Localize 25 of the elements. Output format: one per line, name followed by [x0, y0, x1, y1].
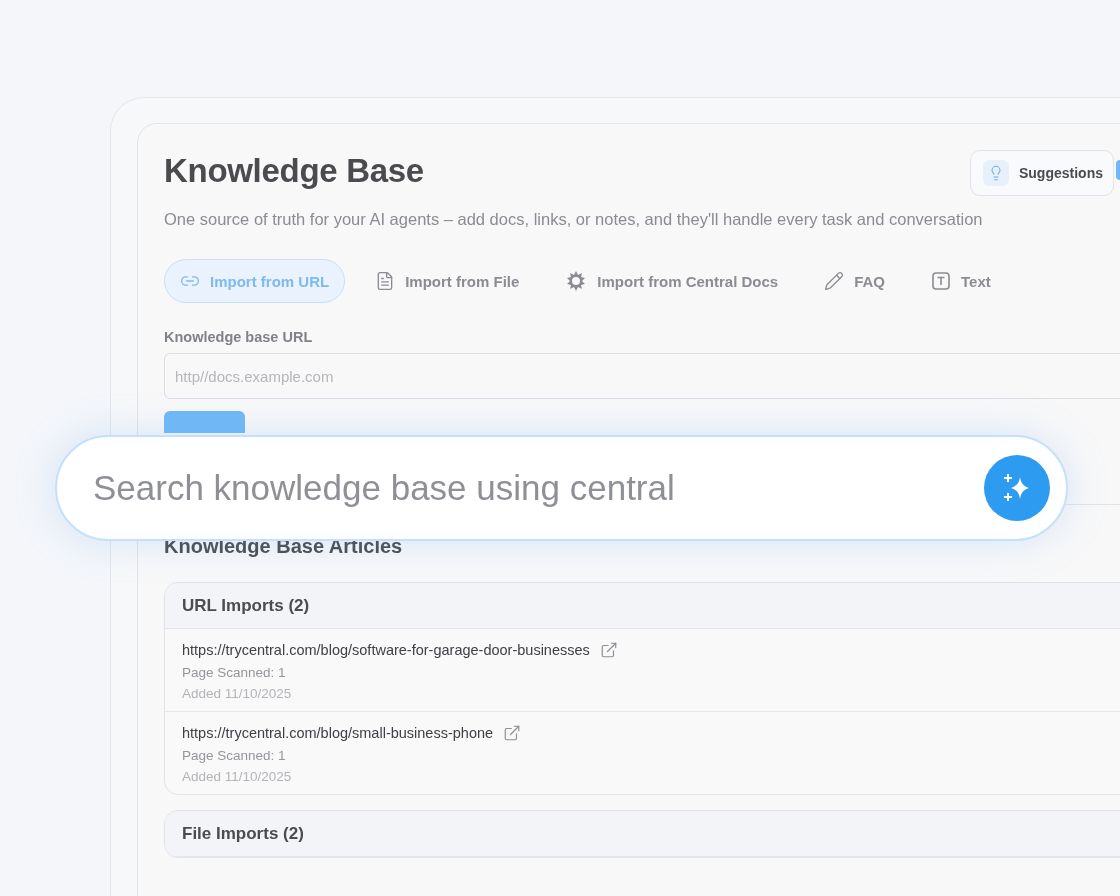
pages-scanned: Page Scanned: 1: [182, 665, 287, 680]
import-tab[interactable]: Import from File: [359, 259, 536, 303]
suggestions-button[interactable]: Suggestions: [970, 150, 1114, 196]
search-field[interactable]: Search knowledge base using central: [55, 435, 1068, 541]
spiky-ring-icon: [565, 270, 588, 292]
lightbulb-icon: [988, 165, 1004, 181]
import-tab[interactable]: Import from Central Docs: [549, 259, 795, 303]
url-input-field[interactable]: http//docs.example.com: [164, 353, 1120, 399]
pencil-icon: [824, 271, 845, 291]
article-url: https://trycentral.com/blog/software-for-garage-door-businesses: [182, 642, 590, 658]
panel-title: File Imports (2): [182, 823, 304, 844]
external-link-icon[interactable]: [599, 641, 618, 659]
article-url: https://trycentral.com/blog/small-business-phone: [182, 725, 494, 741]
field-label: Knowledge base URL: [164, 329, 314, 345]
import-tab[interactable]: FAQ: [808, 259, 902, 303]
import-tab[interactable]: Import from URL: [164, 259, 346, 303]
added-date: Added 11/10/2025: [182, 769, 293, 784]
external-link-icon[interactable]: [503, 724, 522, 742]
page-subtitle: One source of truth for your AI agents – add docs, links, or notes, and they'll handle every task and conversation: [164, 210, 984, 229]
added-date: Added 11/10/2025: [182, 686, 293, 701]
import-tab[interactable]: Text: [915, 259, 1007, 303]
page-title: Knowledge Base: [164, 152, 424, 190]
pages-scanned: Page Scanned: 1: [182, 748, 287, 763]
panel-title: URL Imports (2): [182, 595, 310, 616]
text-icon: [931, 271, 952, 291]
